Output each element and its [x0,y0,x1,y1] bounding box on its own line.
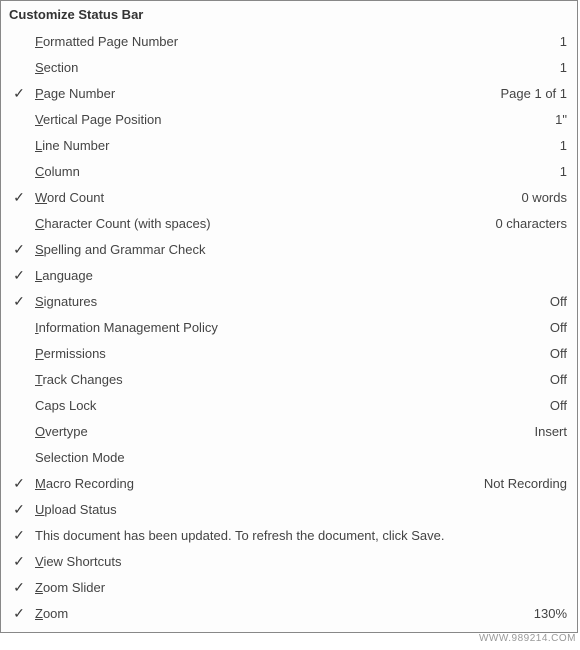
menu-item-label: Track Changes [31,372,542,387]
menu-item-label: This document has been updated. To refre… [31,528,559,543]
menu-item-value: 0 characters [487,216,567,231]
menu-item[interactable]: ✓Language [7,262,571,288]
menu-item-label: Overtype [31,424,526,439]
menu-item-label: Caps Lock [31,398,542,413]
menu-item[interactable]: PermissionsOff [7,340,571,366]
menu-item-label: Selection Mode [31,450,559,465]
menu-item[interactable]: Track ChangesOff [7,366,571,392]
menu-item-value: 1 [552,138,567,153]
checkmark-icon: ✓ [7,580,31,594]
menu-item-label: Word Count [31,190,513,205]
menu-item[interactable]: Line Number1 [7,132,571,158]
menu-item[interactable]: Column1 [7,158,571,184]
checkmark-icon: ✓ [7,190,31,204]
menu-item-value: Off [542,372,567,387]
menu-item-label: Information Management Policy [31,320,542,335]
menu-item-label: Spelling and Grammar Check [31,242,559,257]
menu-item-value: 1 [552,164,567,179]
menu-item[interactable]: Section1 [7,54,571,80]
checkmark-icon: ✓ [7,268,31,282]
menu-item[interactable]: ✓Spelling and Grammar Check [7,236,571,262]
menu-item-value: Not Recording [476,476,567,491]
menu-item-value: 1 [552,60,567,75]
checkmark-icon: ✓ [7,294,31,308]
menu-item-value: 1" [547,112,567,127]
menu-item-label: Formatted Page Number [31,34,552,49]
checkmark-icon: ✓ [7,242,31,256]
customize-status-bar-menu: Customize Status Bar Formatted Page Numb… [0,0,578,633]
menu-item-value: Off [542,398,567,413]
menu-item-label: Character Count (with spaces) [31,216,487,231]
menu-item-label: Line Number [31,138,552,153]
checkmark-icon: ✓ [7,476,31,490]
checkmark-icon: ✓ [7,86,31,100]
menu-item[interactable]: ✓Macro RecordingNot Recording [7,470,571,496]
menu-item-label: Macro Recording [31,476,476,491]
menu-item[interactable]: ✓Zoom Slider [7,574,571,600]
menu-item-value: Insert [526,424,567,439]
menu-item[interactable]: Character Count (with spaces)0 character… [7,210,571,236]
menu-item[interactable]: Vertical Page Position1" [7,106,571,132]
menu-item[interactable]: ✓This document has been updated. To refr… [7,522,571,548]
menu-item-value: 0 words [513,190,567,205]
menu-item-value: Off [542,346,567,361]
menu-item[interactable]: ✓Word Count0 words [7,184,571,210]
menu-item-label: Vertical Page Position [31,112,547,127]
checkmark-icon: ✓ [7,502,31,516]
menu-item-value: Page 1 of 1 [493,86,568,101]
menu-item-label: Signatures [31,294,542,309]
menu-item-label: Page Number [31,86,493,101]
checkmark-icon: ✓ [7,606,31,620]
menu-item-value: Off [542,294,567,309]
menu-item[interactable]: Information Management PolicyOff [7,314,571,340]
menu-item-label: Language [31,268,559,283]
menu-item[interactable]: ✓SignaturesOff [7,288,571,314]
menu-items: Formatted Page Number1Section1✓Page Numb… [7,28,571,626]
menu-item[interactable]: OvertypeInsert [7,418,571,444]
menu-item[interactable]: Formatted Page Number1 [7,28,571,54]
watermark: WWW.989214.COM [0,633,580,644]
menu-item[interactable]: Selection Mode [7,444,571,470]
menu-item[interactable]: ✓Zoom130% [7,600,571,626]
menu-item[interactable]: Caps LockOff [7,392,571,418]
menu-item-label: Upload Status [31,502,559,517]
menu-item[interactable]: ✓View Shortcuts [7,548,571,574]
menu-item-value: 130% [526,606,567,621]
menu-item-value: 1 [552,34,567,49]
menu-title: Customize Status Bar [7,5,571,28]
checkmark-icon: ✓ [7,554,31,568]
menu-item-label: Zoom Slider [31,580,559,595]
menu-item[interactable]: ✓Upload Status [7,496,571,522]
menu-item-label: View Shortcuts [31,554,559,569]
menu-item-value: Off [542,320,567,335]
menu-item-label: Zoom [31,606,526,621]
menu-item-label: Permissions [31,346,542,361]
menu-item-label: Section [31,60,552,75]
checkmark-icon: ✓ [7,528,31,542]
menu-item[interactable]: ✓Page NumberPage 1 of 1 [7,80,571,106]
menu-item-label: Column [31,164,552,179]
